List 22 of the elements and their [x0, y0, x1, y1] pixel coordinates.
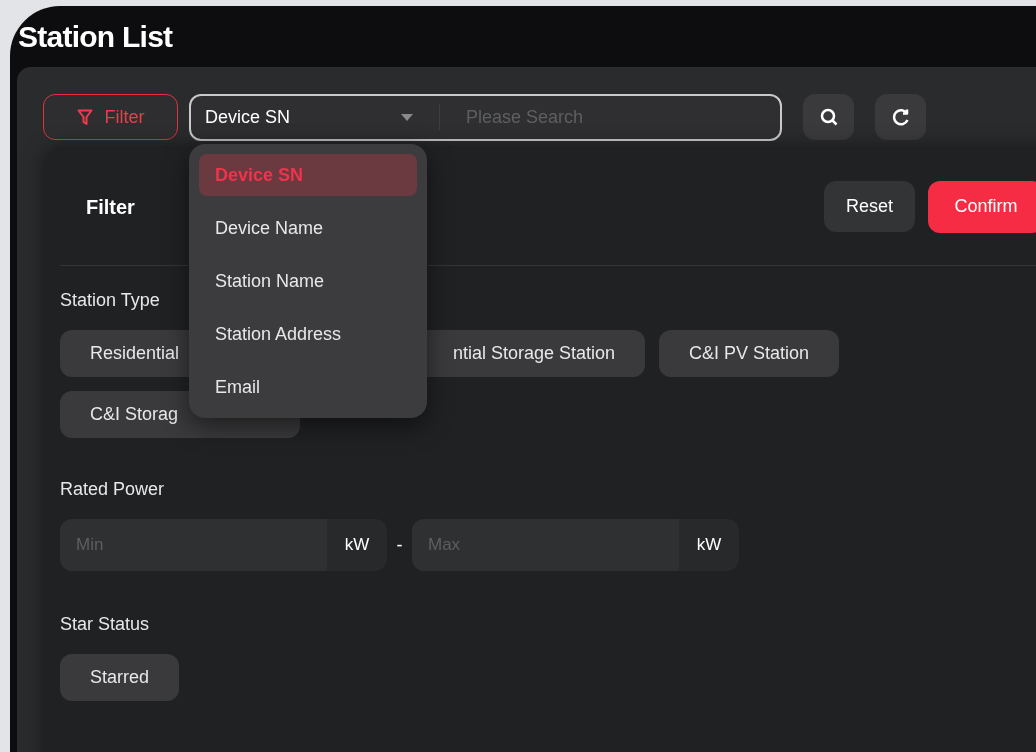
section-label: Station Type: [60, 289, 161, 312]
search-button[interactable]: [803, 94, 854, 140]
refresh-button[interactable]: [875, 94, 926, 140]
panel-title: Filter: [86, 194, 135, 220]
filter-chip[interactable]: C&I PV Station: [659, 330, 840, 377]
caret-icon: [401, 113, 413, 121]
filter-chip[interactable]: Starred: [60, 654, 180, 701]
search-icon: [819, 108, 838, 126]
refresh-icon: [891, 108, 910, 126]
unit-label: kW: [327, 519, 387, 571]
filter-button[interactable]: Filter: [43, 94, 178, 140]
section-label: Rated Power: [60, 478, 166, 501]
reset-button[interactable]: Reset: [824, 180, 915, 232]
page-title: Station List: [18, 19, 173, 55]
funnel-icon: [76, 108, 93, 126]
dropdown-option[interactable]: Device Name: [199, 207, 417, 249]
dropdown-option[interactable]: Station Name: [199, 260, 417, 302]
section-label: Star Status: [60, 613, 151, 636]
search-type-select[interactable]: Device SN: [191, 103, 439, 131]
unit-label: kW: [679, 519, 739, 571]
range-separator: -: [395, 533, 404, 557]
confirm-button[interactable]: Confirm: [928, 180, 1036, 233]
